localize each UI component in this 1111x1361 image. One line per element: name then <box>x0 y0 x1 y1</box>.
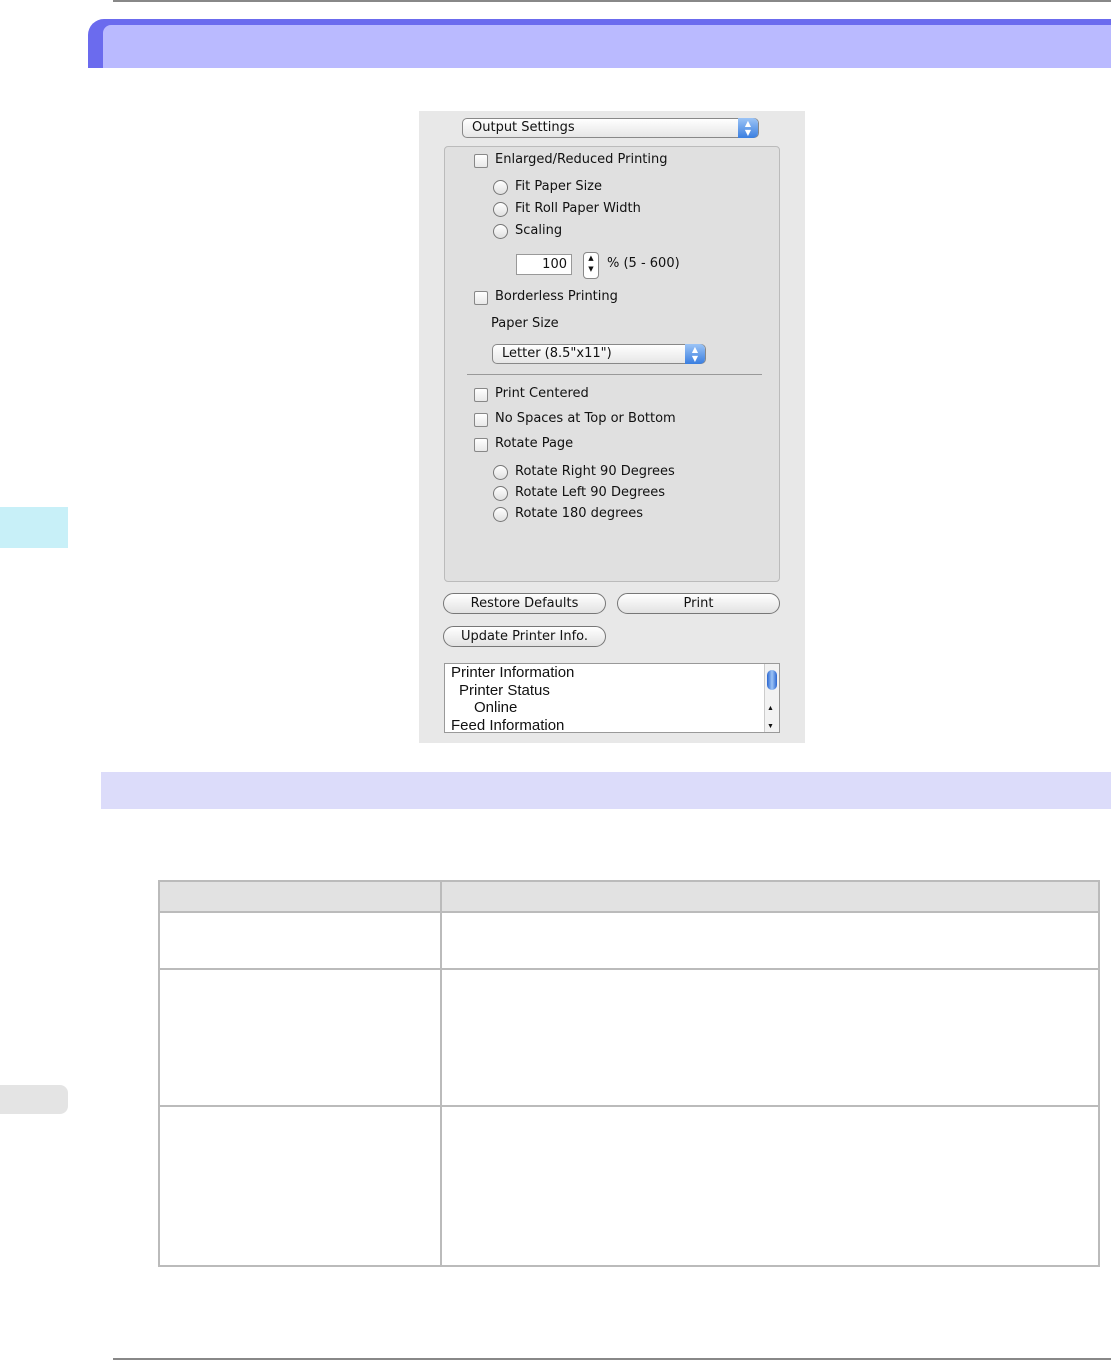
print-button[interactable]: Print <box>617 593 780 614</box>
popup-arrows-icon: ▲ ▼ <box>738 118 758 138</box>
update-printer-info-button[interactable]: Update Printer Info. <box>443 626 606 647</box>
rotate-left-label: Rotate Left 90 Degrees <box>515 485 666 500</box>
print-centered-checkbox[interactable] <box>474 388 488 402</box>
print-dialog-panel: Output Settings ▲ ▼ Enlarged/Reduced Print… <box>419 111 805 743</box>
enlarged-reduced-checkbox[interactable] <box>474 154 488 168</box>
restore-defaults-button[interactable]: Restore Defaults <box>443 593 606 614</box>
panel-popup-label: Output Settings <box>472 120 575 135</box>
scrollbar-thumb[interactable] <box>767 670 777 690</box>
scaling-stepper[interactable]: ▲ ▼ <box>583 252 599 279</box>
panel-popup[interactable]: Output Settings ▲ ▼ <box>462 118 759 138</box>
subsection-header <box>101 772 1111 809</box>
scroll-down-icon[interactable]: ▼ <box>767 718 774 732</box>
scaling-range-label: % (5 - 600) <box>607 256 680 271</box>
rotate-left-radio[interactable] <box>493 486 508 501</box>
header-cell <box>440 880 1100 913</box>
scaling-radio[interactable] <box>493 224 508 239</box>
no-spaces-checkbox[interactable] <box>474 413 488 427</box>
table-cell <box>440 968 1100 1107</box>
rotate-page-label: Rotate Page <box>495 436 574 451</box>
list-item: Printer Status <box>459 681 550 699</box>
borderless-label: Borderless Printing <box>495 289 618 304</box>
list-item: Online <box>474 699 518 716</box>
fit-paper-size-radio[interactable] <box>493 180 508 195</box>
fit-roll-width-label: Fit Roll Paper Width <box>515 201 641 216</box>
print-centered-label: Print Centered <box>495 386 589 401</box>
list-item: Feed Information <box>451 716 565 733</box>
header-cell <box>158 880 442 913</box>
divider <box>467 374 762 375</box>
table-row <box>158 968 1100 1107</box>
scaling-input[interactable]: 100 <box>516 254 572 275</box>
paper-size-popup[interactable]: Letter (8.5"x11") ▲ ▼ <box>492 344 706 364</box>
section-header-inner <box>103 25 1111 68</box>
bottom-rule <box>113 1358 1111 1360</box>
table-cell <box>158 1105 442 1267</box>
table-header-row <box>158 880 1100 913</box>
table-cell <box>158 968 442 1107</box>
list-item: Printer Information <box>451 664 575 681</box>
rotate-page-checkbox[interactable] <box>474 438 488 452</box>
table-cell <box>158 911 442 970</box>
table-row <box>158 1105 1100 1267</box>
printer-info-list[interactable]: Printer Information Printer Status Onlin… <box>444 663 780 733</box>
fit-roll-width-radio[interactable] <box>493 202 508 217</box>
fit-paper-size-label: Fit Paper Size <box>515 179 603 194</box>
rotate-180-label: Rotate 180 degrees <box>515 506 643 521</box>
no-spaces-label: No Spaces at Top or Bottom <box>495 411 676 426</box>
top-rule <box>113 0 1111 2</box>
paper-size-value: Letter (8.5"x11") <box>502 346 612 361</box>
rotate-180-radio[interactable] <box>493 507 508 522</box>
settings-table <box>158 880 1100 1267</box>
borderless-checkbox[interactable] <box>474 291 488 305</box>
chapter-tab[interactable] <box>0 507 68 548</box>
index-tab[interactable] <box>0 1085 68 1114</box>
scrollbar[interactable]: ▲ ▼ <box>764 664 779 732</box>
rotate-right-radio[interactable] <box>493 465 508 480</box>
popup-arrows-icon: ▲ ▼ <box>685 344 705 364</box>
table-row <box>158 911 1100 970</box>
table-cell <box>440 911 1100 970</box>
scroll-up-icon[interactable]: ▲ <box>767 700 774 718</box>
table-cell <box>440 1105 1100 1267</box>
enlarged-reduced-label: Enlarged/Reduced Printing <box>495 152 668 167</box>
paper-size-label: Paper Size <box>491 316 559 331</box>
scaling-label: Scaling <box>515 223 563 238</box>
rotate-right-label: Rotate Right 90 Degrees <box>515 464 675 479</box>
